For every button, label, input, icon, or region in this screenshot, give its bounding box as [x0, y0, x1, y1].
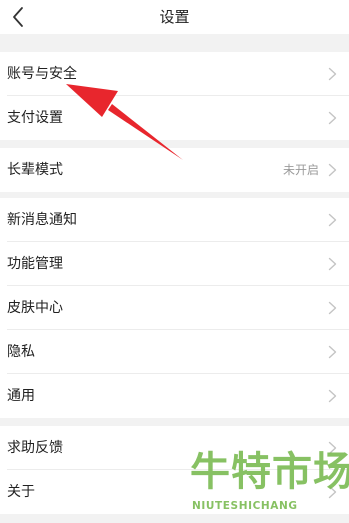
settings-row-about[interactable]: 关于: [0, 470, 349, 514]
row-label: 关于: [7, 484, 35, 500]
chevron-right-icon: [328, 213, 337, 227]
settings-row-skin-center[interactable]: 皮肤中心: [0, 286, 349, 330]
chevron-right-icon: [328, 389, 337, 403]
row-label: 长辈模式: [7, 162, 63, 178]
row-label: 皮肤中心: [7, 300, 63, 316]
settings-row-features[interactable]: 功能管理: [0, 242, 349, 286]
settings-row-elder-mode[interactable]: 长辈模式 未开启: [0, 148, 349, 192]
row-label: 求助反馈: [7, 440, 63, 456]
settings-row-notifications[interactable]: 新消息通知: [0, 198, 349, 242]
settings-row-account-security[interactable]: 账号与安全: [0, 52, 349, 96]
row-label: 新消息通知: [7, 212, 77, 228]
elder-mode-status: 未开启: [282, 163, 319, 177]
chevron-right-icon: [328, 67, 337, 81]
row-label: 支付设置: [7, 110, 63, 126]
chevron-left-icon: [13, 7, 23, 27]
row-label: 账号与安全: [7, 66, 77, 82]
row-label: 功能管理: [7, 256, 63, 272]
chevron-right-icon: [328, 301, 337, 315]
back-button[interactable]: [6, 4, 32, 30]
chevron-right-icon: [328, 257, 337, 271]
settings-row-privacy[interactable]: 隐私: [0, 330, 349, 374]
settings-row-help-feedback[interactable]: 求助反馈: [0, 426, 349, 470]
settings-row-payment[interactable]: 支付设置: [0, 96, 349, 140]
chevron-right-icon: [328, 111, 337, 125]
chevron-right-icon: [328, 441, 337, 455]
row-label: 通用: [7, 388, 35, 404]
row-label: 隐私: [7, 344, 35, 360]
chevron-right-icon: [328, 163, 337, 177]
chevron-right-icon: [328, 345, 337, 359]
chevron-right-icon: [328, 485, 337, 499]
nav-bar: 设置: [0, 0, 349, 34]
settings-row-general[interactable]: 通用: [0, 374, 349, 418]
page-title: 设置: [159, 8, 190, 26]
